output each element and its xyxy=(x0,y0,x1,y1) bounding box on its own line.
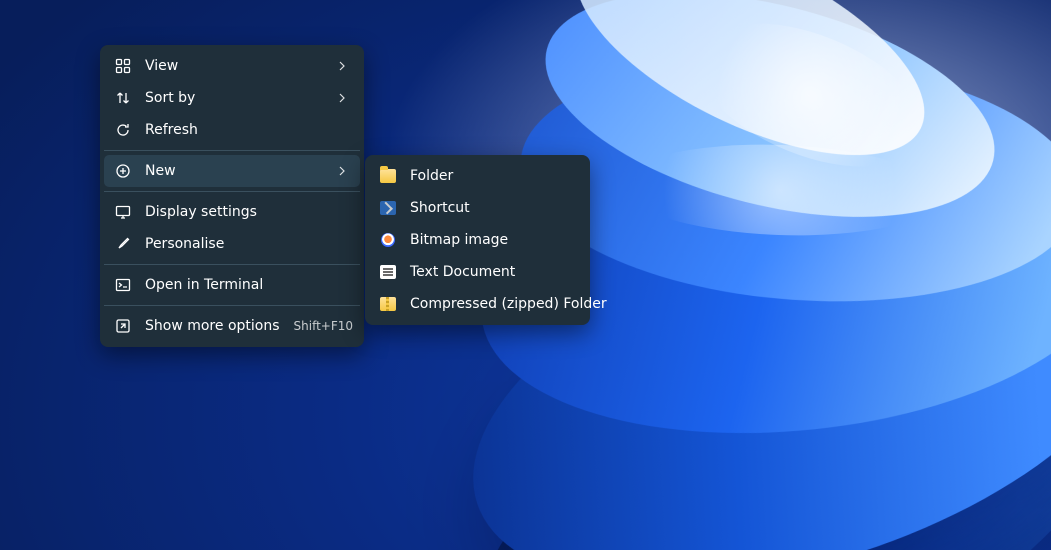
chevron-right-icon xyxy=(334,58,350,74)
submenu-item-label: Shortcut xyxy=(410,200,576,216)
menu-item-label: New xyxy=(145,163,320,179)
brush-icon xyxy=(115,236,131,252)
menu-item-refresh[interactable]: Refresh xyxy=(100,114,364,146)
submenu-item-label: Folder xyxy=(410,168,576,184)
submenu-item-bitmap[interactable]: Bitmap image xyxy=(365,224,590,256)
menu-item-display-settings[interactable]: Display settings xyxy=(100,196,364,228)
menu-item-label: Sort by xyxy=(145,90,320,106)
menu-item-sort-by[interactable]: Sort by xyxy=(100,82,364,114)
menu-item-label: Show more options xyxy=(145,318,280,334)
menu-item-label: Display settings xyxy=(145,204,350,220)
display-icon xyxy=(115,204,131,220)
submenu-item-label: Bitmap image xyxy=(410,232,576,248)
view-icon xyxy=(115,58,131,74)
menu-item-personalise[interactable]: Personalise xyxy=(100,228,364,260)
menu-item-label: View xyxy=(145,58,320,74)
new-submenu: Folder Shortcut Bitmap image Text Docume… xyxy=(365,155,590,325)
menu-item-new[interactable]: New xyxy=(104,155,360,187)
menu-item-show-more-options[interactable]: Show more options Shift+F10 xyxy=(100,310,364,342)
submenu-item-compressed-folder[interactable]: Compressed (zipped) Folder xyxy=(365,288,590,320)
menu-item-label: Open in Terminal xyxy=(145,277,350,293)
menu-separator xyxy=(104,191,360,192)
expand-icon xyxy=(115,318,131,334)
bitmap-icon xyxy=(380,232,396,248)
textdoc-icon xyxy=(380,264,396,280)
menu-item-label: Personalise xyxy=(145,236,350,252)
menu-item-shortcut: Shift+F10 xyxy=(294,319,354,333)
menu-item-open-terminal[interactable]: Open in Terminal xyxy=(100,269,364,301)
desktop-context-menu: View Sort by Refresh New xyxy=(100,45,364,347)
menu-separator xyxy=(104,264,360,265)
folder-icon xyxy=(380,168,396,184)
terminal-icon xyxy=(115,277,131,293)
submenu-item-label: Compressed (zipped) Folder xyxy=(410,296,607,312)
menu-separator xyxy=(104,305,360,306)
menu-item-view[interactable]: View xyxy=(100,50,364,82)
submenu-item-shortcut[interactable]: Shortcut xyxy=(365,192,590,224)
chevron-right-icon xyxy=(334,90,350,106)
new-icon xyxy=(115,163,131,179)
shortcut-icon xyxy=(380,200,396,216)
submenu-item-folder[interactable]: Folder xyxy=(365,160,590,192)
menu-item-label: Refresh xyxy=(145,122,350,138)
chevron-right-icon xyxy=(334,163,350,179)
submenu-item-label: Text Document xyxy=(410,264,576,280)
zip-folder-icon xyxy=(380,296,396,312)
submenu-item-text-document[interactable]: Text Document xyxy=(365,256,590,288)
refresh-icon xyxy=(115,122,131,138)
sort-icon xyxy=(115,90,131,106)
menu-separator xyxy=(104,150,360,151)
